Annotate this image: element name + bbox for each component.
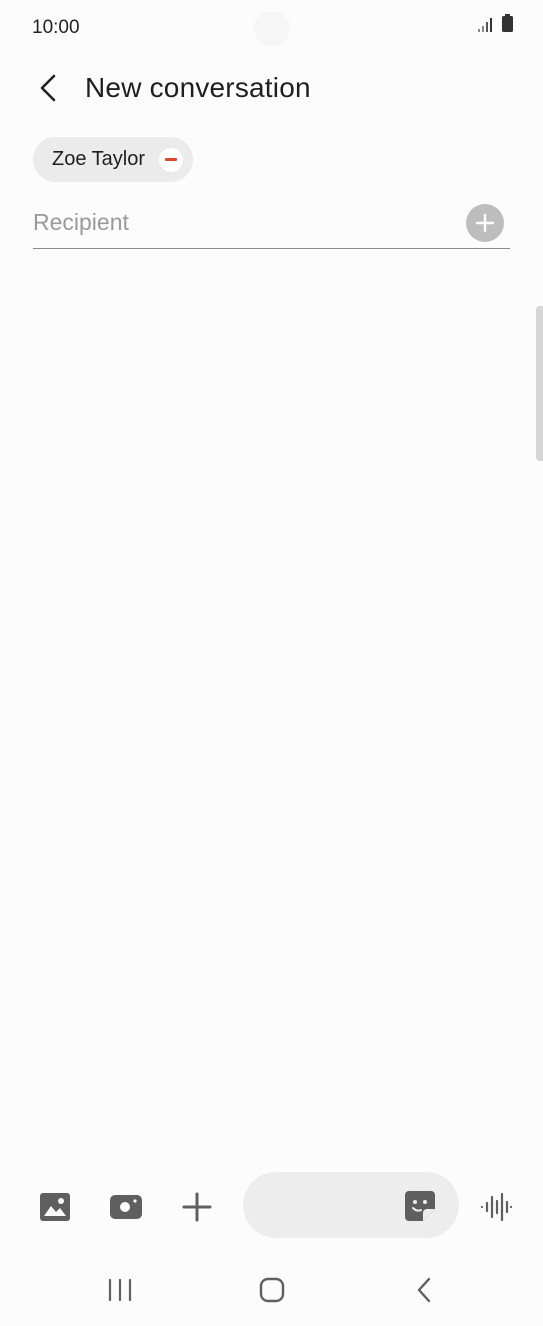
camera-cutout — [254, 11, 290, 47]
signal-bars-icon — [478, 18, 494, 37]
message-field — [243, 1172, 459, 1238]
camera-button[interactable] — [106, 1187, 146, 1227]
navigation-bar — [0, 1256, 543, 1326]
scroll-handle[interactable] — [536, 306, 543, 461]
plus-circle-icon — [475, 213, 495, 233]
minus-circle-icon[interactable] — [159, 147, 184, 172]
camera-icon — [110, 1195, 142, 1219]
message-input[interactable] — [265, 1187, 399, 1225]
recent-apps-button[interactable] — [96, 1272, 144, 1308]
recipient-chip-label: Zoe Taylor — [52, 148, 146, 170]
back-button[interactable] — [30, 70, 66, 106]
sticker-icon — [405, 1191, 435, 1221]
add-recipient-button[interactable] — [466, 204, 504, 242]
status-icons — [478, 14, 513, 37]
compose-bar — [0, 1170, 543, 1240]
gallery-button[interactable] — [35, 1187, 75, 1227]
sticker-button[interactable] — [403, 1189, 437, 1223]
plus-icon — [182, 1192, 212, 1222]
home-button[interactable] — [248, 1272, 296, 1308]
recipient-chip[interactable]: Zoe Taylor — [33, 137, 194, 182]
status-bar: 10:00 — [0, 0, 543, 58]
voice-record-button[interactable] — [476, 1187, 516, 1227]
voice-waveform-icon — [480, 1193, 512, 1221]
recipient-input[interactable] — [33, 204, 453, 240]
nav-back-button[interactable] — [400, 1272, 448, 1308]
home-icon — [259, 1277, 285, 1303]
battery-icon — [502, 14, 513, 37]
status-time: 10:00 — [32, 17, 80, 38]
back-icon — [417, 1277, 431, 1303]
recipient-field — [33, 200, 510, 249]
page-title: New conversation — [85, 72, 311, 103]
chevron-left-icon — [40, 74, 56, 102]
recent-apps-icon — [108, 1278, 132, 1302]
gallery-icon — [40, 1193, 70, 1221]
more-options-button[interactable] — [177, 1187, 217, 1227]
app-header: New conversation — [0, 58, 543, 122]
